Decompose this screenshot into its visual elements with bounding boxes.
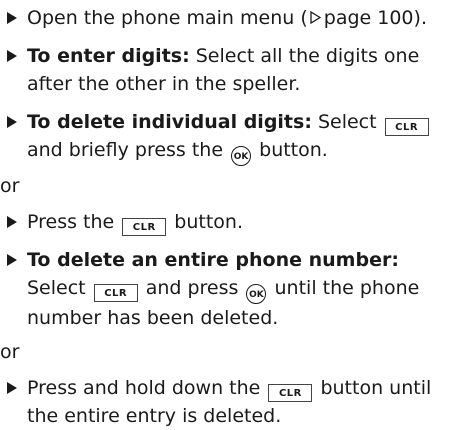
ok-button-icon: OK (231, 146, 252, 166)
step-text: Press and hold down the CLR button until… (27, 377, 432, 427)
bullet-arrow-icon (7, 50, 17, 62)
bullet-arrow-icon (7, 216, 17, 228)
instruction-document: Open the phone main menu (page 100). To … (0, 0, 471, 428)
or-separator: or (0, 341, 20, 363)
bullet-arrow-icon (7, 12, 17, 24)
clr-key-icon: CLR (268, 384, 313, 402)
ok-button-icon: OK (246, 284, 267, 304)
clr-key-icon: CLR (93, 284, 138, 302)
step-delete-individual-digits: To delete individual digits: Select CLR … (0, 108, 471, 166)
step-text: To delete individual digits: Select CLR … (27, 108, 471, 166)
bullet-arrow-icon (7, 116, 17, 128)
step-press-clr: Press the CLR button. (0, 208, 471, 236)
clr-key-icon: CLR (384, 118, 429, 136)
step-text: To delete an entire phone number: Select … (27, 249, 420, 329)
or-separator: or (0, 175, 20, 197)
clr-key-icon: CLR (122, 218, 167, 236)
step-delete-entire-number: To delete an entire phone number: Select … (0, 246, 471, 332)
step-enter-digits: To enter digits: Select all the digits o… (0, 42, 471, 98)
bullet-arrow-icon (7, 382, 17, 394)
step-text: Press the CLR button. (27, 208, 471, 236)
page-reference-triangle-icon (310, 11, 321, 24)
step-text: Open the phone main menu (page 100). (27, 7, 427, 29)
step-text: To enter digits: Select all the digits o… (27, 45, 420, 95)
step-open-phone-menu: Open the phone main menu (page 100). (0, 4, 471, 32)
step-press-and-hold-clr: Press and hold down the CLR button until… (0, 374, 471, 430)
bullet-arrow-icon (7, 254, 17, 266)
